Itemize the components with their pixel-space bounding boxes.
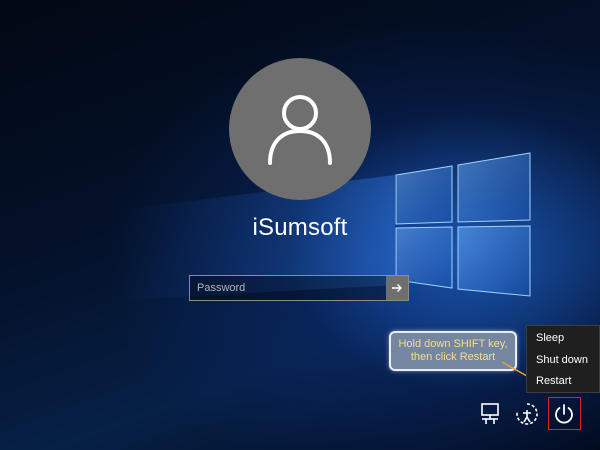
power-menu: Sleep Shut down Restart [526, 325, 600, 393]
power-icon [555, 404, 573, 424]
menu-item-shut-down[interactable]: Shut down [527, 350, 599, 372]
network-icon [481, 403, 499, 424]
network-button[interactable] [477, 400, 505, 428]
callout-line-2: then click Restart [410, 351, 496, 363]
power-button[interactable] [550, 400, 578, 428]
arrow-right-icon [392, 284, 402, 292]
instruction-callout: Hold down SHIFT key, then click Restart [389, 331, 517, 371]
password-box [189, 275, 409, 301]
password-input[interactable] [190, 276, 386, 300]
callout-line-1: Hold down SHIFT key, [398, 338, 508, 350]
menu-item-sleep[interactable]: Sleep [527, 328, 599, 350]
user-avatar [229, 58, 371, 200]
ease-of-access-button[interactable] [513, 400, 541, 428]
user-icon [268, 95, 332, 165]
user-name: iSumsoft [252, 214, 348, 241]
submit-button[interactable] [386, 276, 408, 300]
ease-of-access-icon [516, 403, 538, 425]
menu-item-restart[interactable]: Restart [527, 371, 599, 393]
